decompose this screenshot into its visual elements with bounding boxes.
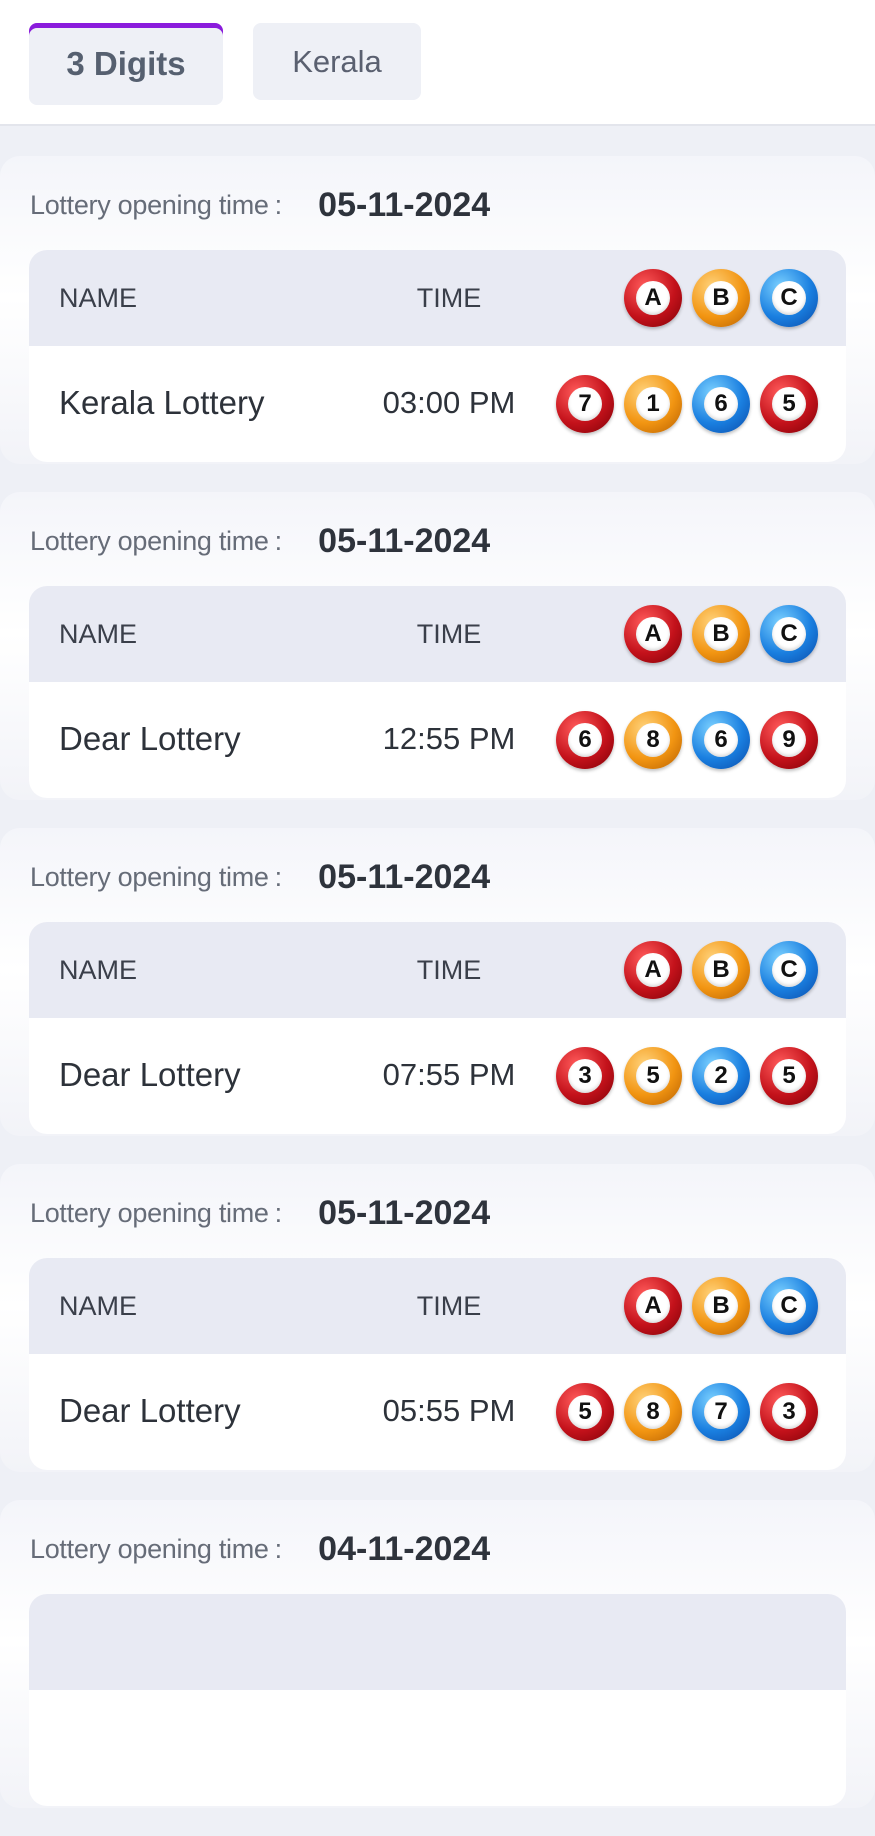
- result-table: NAME TIME A B C Dear Lottery 05:55 PM 5 …: [29, 1258, 846, 1470]
- ball-b-icon: B: [692, 941, 750, 999]
- opening-time-label: Lottery opening time: [30, 861, 269, 892]
- number-ball: 8: [624, 711, 682, 769]
- number-ball: 7: [692, 1383, 750, 1441]
- tab-kerala[interactable]: Kerala: [253, 23, 421, 100]
- lottery-time: 05:55 PM: [382, 1393, 516, 1428]
- opening-time-row: Lottery opening time : 05-11-2024: [30, 1190, 490, 1236]
- lottery-name: Kerala Lottery: [59, 384, 265, 421]
- ball-a-icon: A: [624, 605, 682, 663]
- table-header: NAME TIME A B C: [29, 922, 846, 1018]
- number-ball: 6: [692, 375, 750, 433]
- number-ball: 2: [692, 1047, 750, 1105]
- opening-time-colon: :: [274, 861, 283, 892]
- number-ball: 5: [624, 1047, 682, 1105]
- opening-time-colon: :: [274, 1533, 283, 1564]
- lottery-name: Dear Lottery: [59, 720, 241, 757]
- opening-time-colon: :: [274, 525, 283, 556]
- opening-date: 05-11-2024: [318, 521, 491, 560]
- ball-c-icon: C: [760, 269, 818, 327]
- result-number-balls: 6 8 6 9: [546, 711, 818, 769]
- opening-time-label: Lottery opening time: [30, 525, 269, 556]
- abc-header-balls: A B C: [614, 269, 818, 327]
- ball-b-icon: B: [692, 1277, 750, 1335]
- time-header: TIME: [416, 619, 482, 649]
- opening-time-row: Lottery opening time : 04-11-2024: [30, 1526, 490, 1572]
- table-header: NAME TIME A B C: [29, 1258, 846, 1354]
- opening-time-row: Lottery opening time : 05-11-2024: [30, 518, 490, 564]
- table-row: Dear Lottery 05:55 PM 5 8 7 3: [29, 1354, 846, 1470]
- result-card: Lottery opening time : 04-11-2024: [0, 1500, 875, 1808]
- ball-a-icon: A: [624, 269, 682, 327]
- ball-c-icon: C: [760, 605, 818, 663]
- number-ball: 1: [624, 375, 682, 433]
- opening-time-row: Lottery opening time : 05-11-2024: [30, 182, 490, 228]
- table-row: Dear Lottery 12:55 PM 6 8 6 9: [29, 682, 846, 798]
- opening-date: 05-11-2024: [318, 185, 491, 224]
- result-table: [29, 1594, 846, 1806]
- opening-date: 05-11-2024: [318, 857, 491, 896]
- number-ball: 6: [556, 711, 614, 769]
- opening-time-label: Lottery opening time: [30, 1197, 269, 1228]
- lottery-time: 07:55 PM: [382, 1057, 516, 1092]
- ball-a-icon: A: [624, 1277, 682, 1335]
- table-header: NAME TIME A B C: [29, 250, 846, 346]
- number-ball: 9: [760, 711, 818, 769]
- opening-date: 04-11-2024: [318, 1529, 491, 1568]
- opening-time-label: Lottery opening time: [30, 189, 269, 220]
- result-card: Lottery opening time : 05-11-2024 NAME T…: [0, 492, 875, 800]
- number-ball: 5: [556, 1383, 614, 1441]
- opening-date: 05-11-2024: [318, 1193, 491, 1232]
- result-table: NAME TIME A B C Kerala Lottery 03:00 PM …: [29, 250, 846, 462]
- time-header: TIME: [416, 283, 482, 313]
- number-ball: 7: [556, 375, 614, 433]
- opening-time-colon: :: [274, 1197, 283, 1228]
- number-ball: 6: [692, 711, 750, 769]
- ball-c-icon: C: [760, 1277, 818, 1335]
- result-table: NAME TIME A B C Dear Lottery 12:55 PM 6 …: [29, 586, 846, 798]
- lottery-name: Dear Lottery: [59, 1056, 241, 1093]
- lottery-time: 03:00 PM: [382, 385, 516, 420]
- opening-time-row: Lottery opening time : 05-11-2024: [30, 854, 490, 900]
- opening-time-colon: :: [274, 189, 283, 220]
- lottery-time: 12:55 PM: [382, 721, 516, 756]
- table-header: NAME TIME A B C: [29, 586, 846, 682]
- table-row: Kerala Lottery 03:00 PM 7 1 6 5: [29, 346, 846, 462]
- result-card: Lottery opening time : 05-11-2024 NAME T…: [0, 156, 875, 464]
- time-header: TIME: [416, 1291, 482, 1321]
- number-ball: 8: [624, 1383, 682, 1441]
- time-header: TIME: [416, 955, 482, 985]
- result-table: NAME TIME A B C Dear Lottery 07:55 PM 3 …: [29, 922, 846, 1134]
- table-header: [29, 1594, 846, 1690]
- name-header: NAME: [59, 955, 138, 985]
- table-row: Dear Lottery 07:55 PM 3 5 2 5: [29, 1018, 846, 1134]
- result-number-balls: 3 5 2 5: [546, 1047, 818, 1105]
- ball-a-icon: A: [624, 941, 682, 999]
- ball-c-icon: C: [760, 941, 818, 999]
- ball-b-icon: B: [692, 269, 750, 327]
- results-list: Lottery opening time : 05-11-2024 NAME T…: [0, 156, 875, 1836]
- name-header: NAME: [59, 283, 138, 313]
- result-card: Lottery opening time : 05-11-2024 NAME T…: [0, 1164, 875, 1472]
- name-header: NAME: [59, 619, 138, 649]
- lottery-name: Dear Lottery: [59, 1392, 241, 1429]
- ball-b-icon: B: [692, 605, 750, 663]
- number-ball: 3: [556, 1047, 614, 1105]
- number-ball: 3: [760, 1383, 818, 1441]
- abc-header-balls: A B C: [614, 1277, 818, 1335]
- result-number-balls: 7 1 6 5: [546, 375, 818, 433]
- number-ball: 5: [760, 375, 818, 433]
- result-card: Lottery opening time : 05-11-2024 NAME T…: [0, 828, 875, 1136]
- abc-header-balls: A B C: [614, 605, 818, 663]
- result-number-balls: 5 8 7 3: [546, 1383, 818, 1441]
- name-header: NAME: [59, 1291, 138, 1321]
- top-tab-bar: 3 Digits Kerala: [0, 0, 875, 126]
- tab-3-digits[interactable]: 3 Digits: [29, 23, 223, 105]
- abc-header-balls: A B C: [614, 941, 818, 999]
- opening-time-label: Lottery opening time: [30, 1533, 269, 1564]
- number-ball: 5: [760, 1047, 818, 1105]
